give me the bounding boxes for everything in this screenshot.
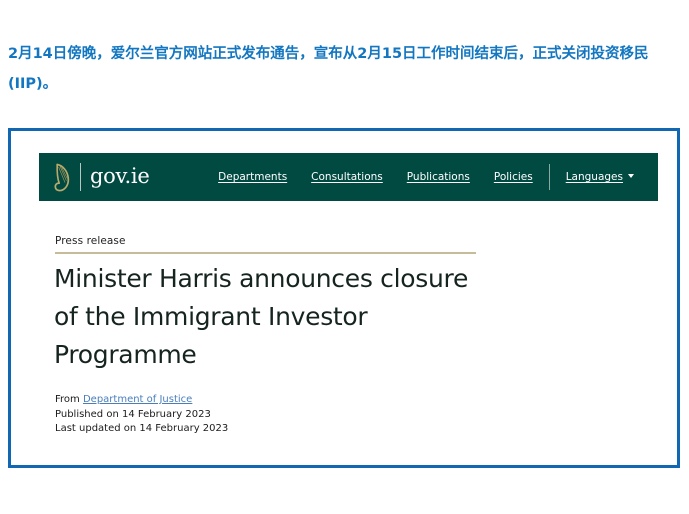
main-navigation: Departments Consultations Publications P… xyxy=(206,164,646,190)
brand-divider xyxy=(80,163,81,191)
nav-link-policies[interactable]: Policies xyxy=(482,171,545,183)
nav-link-languages[interactable]: Languages xyxy=(554,171,646,183)
nav-separator xyxy=(548,164,550,190)
screenshot-frame: gov.ie Departments Consultations Publica… xyxy=(8,128,680,468)
meta-from-row: From Department of Justice xyxy=(55,393,228,408)
meta-from-label: From xyxy=(55,394,80,405)
govie-brand[interactable]: gov.ie xyxy=(53,162,150,192)
chevron-down-icon xyxy=(628,174,634,178)
govie-header-bar: gov.ie Departments Consultations Publica… xyxy=(39,153,658,201)
nav-link-publications[interactable]: Publications xyxy=(395,171,482,183)
press-release-eyebrow: Press release xyxy=(55,235,126,247)
nav-link-languages-label: Languages xyxy=(565,171,623,183)
intro-paragraph: 2月14日傍晚，爱尔兰官方网站正式发布通告，宣布从2月15日工作时间结束后，正式… xyxy=(8,45,649,92)
nav-link-departments[interactable]: Departments xyxy=(206,171,299,183)
meta-last-updated: Last updated on 14 February 2023 xyxy=(55,423,229,434)
article-metadata: From Department of Justice Published on … xyxy=(55,393,228,437)
nav-link-consultations[interactable]: Consultations xyxy=(299,171,395,183)
meta-published: Published on 14 February 2023 xyxy=(55,408,211,420)
department-of-justice-link[interactable]: Department of Justice xyxy=(83,394,192,405)
harp-icon xyxy=(53,162,72,192)
eyebrow-divider xyxy=(55,252,476,254)
screenshot-content: gov.ie Departments Consultations Publica… xyxy=(11,131,677,465)
page-title: Minister Harris announces closure of the… xyxy=(54,264,469,369)
govie-logo-text: gov.ie xyxy=(90,163,150,188)
